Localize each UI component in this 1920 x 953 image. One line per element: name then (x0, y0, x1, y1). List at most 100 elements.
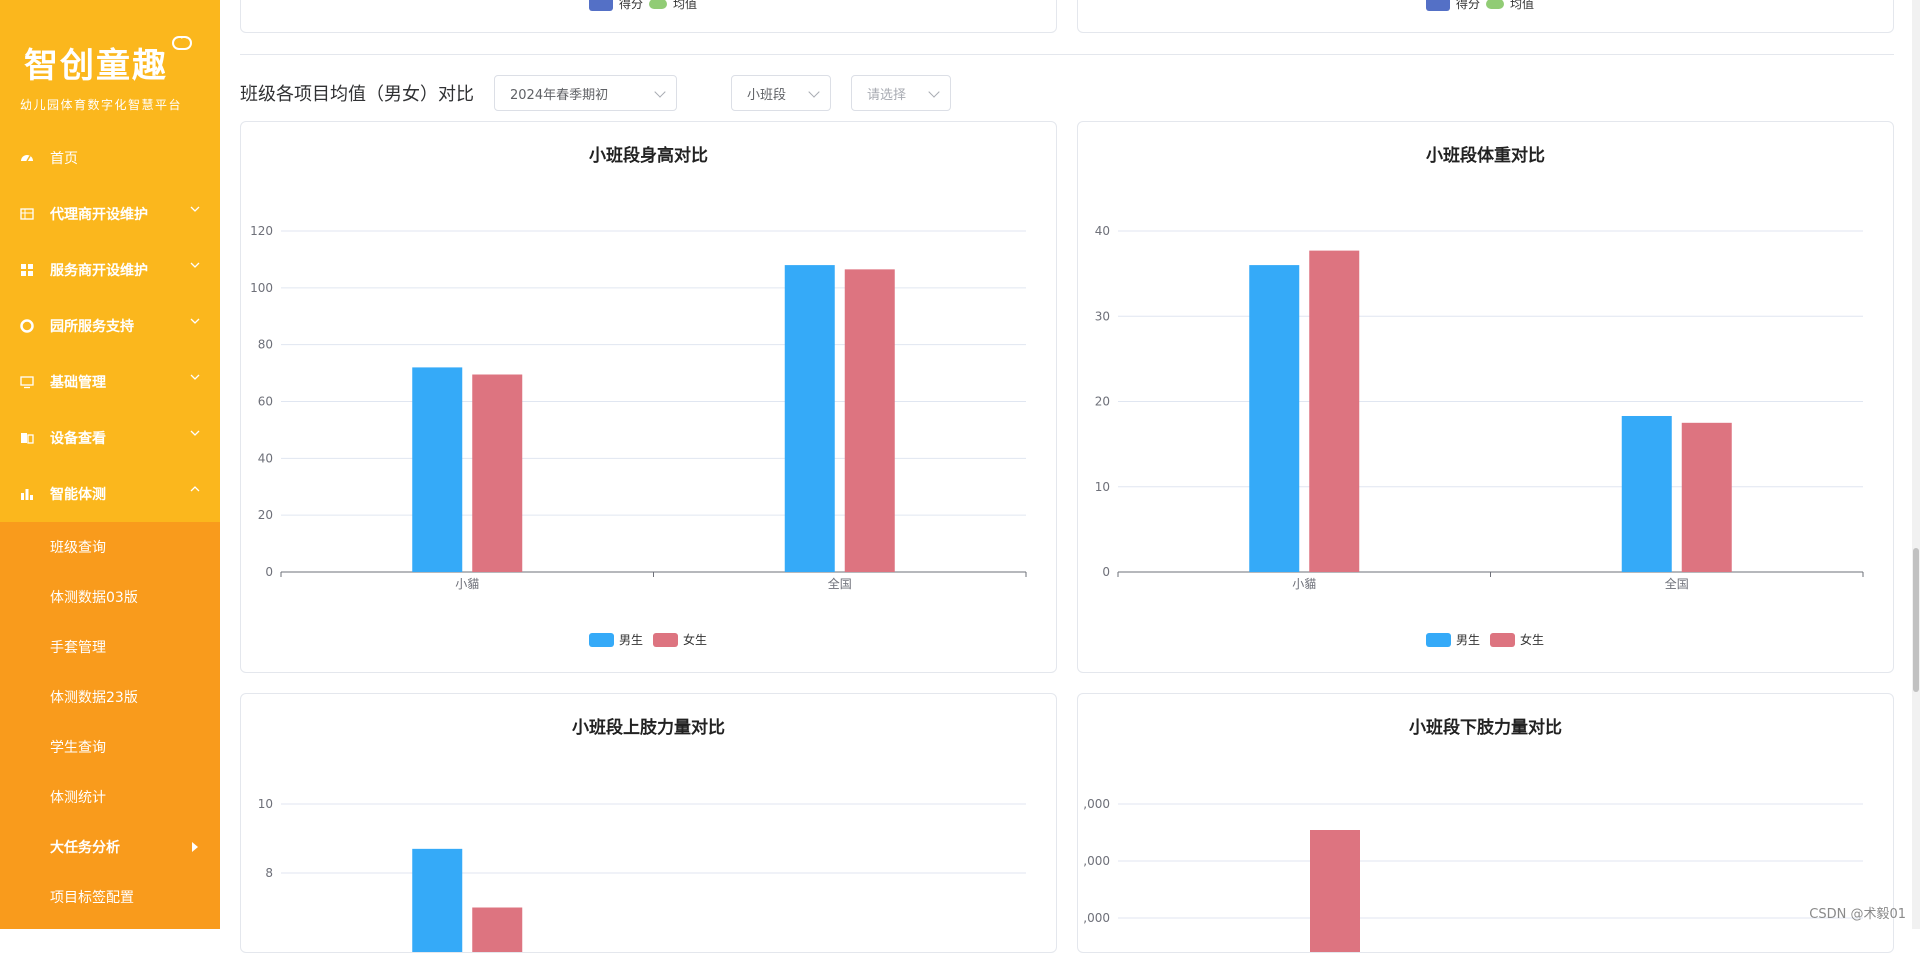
submenu-item-label: 项目标签配置 (50, 887, 134, 907)
section-divider (240, 54, 1894, 55)
sidebar-item-4[interactable]: 基础管理 (0, 354, 220, 410)
y-tick-label: 0 (265, 565, 273, 579)
y-tick-label: 10 (258, 797, 273, 811)
legend-label: 女生 (683, 632, 707, 647)
bar-male (785, 265, 835, 572)
monitor-icon (20, 375, 34, 389)
sidebar-item-label: 服务商开设维护 (50, 260, 148, 280)
bar-female (1310, 830, 1360, 953)
y-tick-label: 100 (250, 281, 273, 295)
bar-male (1249, 265, 1299, 572)
class-select[interactable]: 请选择 (851, 75, 951, 111)
submenu-item-7[interactable]: 项目标签配置 (0, 872, 220, 922)
sidebar-item-label: 代理商开设维护 (50, 204, 148, 224)
legend-label: 均值 (1510, 0, 1534, 12)
submenu-item-1[interactable]: 体测数据03版 (0, 572, 220, 622)
height-bar-chart: 020406080100120小貓全国男生女生 (241, 122, 1057, 673)
sidebar-item-label: 首页 (50, 148, 78, 168)
brand-logo: 智创童趣 (24, 36, 200, 84)
height-chart-card: 小班段身高对比 020406080100120小貓全国男生女生 (240, 121, 1057, 673)
chevron-down-icon (190, 314, 200, 324)
chevron-up-icon (190, 482, 200, 492)
bar-female (472, 375, 522, 572)
dashboard-icon (20, 151, 34, 165)
bar-male (412, 367, 462, 572)
grade-select-value: 小班段 (747, 84, 786, 103)
page-scrollbar[interactable] (1912, 0, 1920, 929)
x-tick-label: 全国 (828, 576, 852, 591)
chevron-down-icon (190, 370, 200, 380)
weight-bar-chart: 010203040小貓全国男生女生 (1078, 122, 1894, 673)
y-tick-label: 30 (1095, 309, 1110, 323)
submenu-item-label: 体测数据23版 (50, 687, 138, 707)
sidebar-item-1[interactable]: 代理商开设维护 (0, 186, 220, 242)
platform-subtitle: 幼儿园体育数字化智慧平台 (20, 96, 182, 113)
sidebar-item-label: 智能体测 (50, 484, 106, 504)
legend-label: 女生 (1520, 632, 1544, 647)
legend-swatch-score (1426, 0, 1450, 11)
bar-male (412, 849, 462, 953)
sidebar-item-label: 设备查看 (50, 428, 106, 448)
legend-swatch-score (589, 0, 613, 11)
submenu-item-2[interactable]: 手套管理 (0, 622, 220, 672)
legend-label: 男生 (1456, 633, 1480, 647)
y-tick-label: 40 (1095, 224, 1110, 238)
sidebar-item-0[interactable]: 首页 (0, 130, 220, 186)
submenu-item-3[interactable]: 体测数据23版 (0, 672, 220, 722)
chevron-down-icon (190, 426, 200, 436)
bar-female (1682, 423, 1732, 572)
grid-icon (20, 263, 34, 277)
sidebar-item-3[interactable]: 园所服务支持 (0, 298, 220, 354)
x-tick-label: 小貓 (1292, 577, 1316, 591)
x-tick-label: 小貓 (455, 577, 479, 591)
bar-female (1309, 251, 1359, 572)
submenu-item-6[interactable]: 大任务分析 (0, 822, 220, 872)
legend-swatch (1426, 633, 1451, 647)
y-tick-label: 20 (258, 508, 273, 522)
y-tick-label: ,000 (1083, 797, 1110, 811)
term-select[interactable]: 2024年春季期初 (494, 75, 677, 111)
submenu-item-5[interactable]: 体测统计 (0, 772, 220, 822)
chevron-down-icon (654, 86, 665, 97)
table-icon (20, 207, 34, 221)
submenu-item-label: 学生查询 (50, 737, 106, 757)
sidebar-item-2[interactable]: 服务商开设维护 (0, 242, 220, 298)
sidebar-item-6[interactable]: 智能体测 (0, 466, 220, 522)
y-tick-label: ,000 (1083, 911, 1110, 925)
logo-text: 智创童趣 (24, 38, 168, 87)
bar-female (845, 269, 895, 572)
y-tick-label: 60 (258, 395, 273, 409)
submenu-item-0[interactable]: 班级查询 (0, 522, 220, 572)
sidebar-item-label: 基础管理 (50, 372, 106, 392)
sidebar-item-label: 园所服务支持 (50, 316, 134, 336)
chevron-down-icon (928, 86, 939, 97)
section-title: 班级各项目均值（男女）对比 (240, 80, 474, 106)
bar-male (1622, 416, 1672, 572)
watermark: CSDN @术毅01 (1809, 903, 1906, 922)
y-tick-label: 8 (265, 866, 273, 880)
y-tick-label: 10 (1095, 480, 1110, 494)
term-select-value: 2024年春季期初 (510, 84, 608, 103)
bar-female (472, 908, 522, 953)
submenu-item-label: 手套管理 (50, 637, 106, 657)
bar-chart-icon (20, 487, 34, 501)
y-tick-label: 80 (258, 338, 273, 352)
chevron-down-icon (190, 202, 200, 212)
submenu-item-label: 大任务分析 (50, 837, 120, 857)
legend-label: 得分 (619, 0, 643, 12)
legend-label: 男生 (619, 633, 643, 647)
submenu-item-4[interactable]: 学生查询 (0, 722, 220, 772)
chevron-down-icon (808, 86, 819, 97)
scrollbar-thumb[interactable] (1913, 548, 1919, 692)
support-icon (20, 319, 34, 333)
chart-legend: 得分 均值 (589, 0, 697, 12)
chart-legend: 得分 均值 (1426, 0, 1534, 12)
y-tick-label: 120 (250, 224, 273, 238)
grade-select[interactable]: 小班段 (731, 75, 831, 111)
sidebar-item-5[interactable]: 设备查看 (0, 410, 220, 466)
submenu-item-label: 体测统计 (50, 787, 106, 807)
chevron-down-icon (190, 258, 200, 268)
y-tick-label: 0 (1102, 565, 1110, 579)
legend-swatch (1490, 633, 1515, 647)
sidebar: 智创童趣 幼儿园体育数字化智慧平台 首页代理商开设维护服务商开设维护园所服务支持… (0, 0, 220, 929)
